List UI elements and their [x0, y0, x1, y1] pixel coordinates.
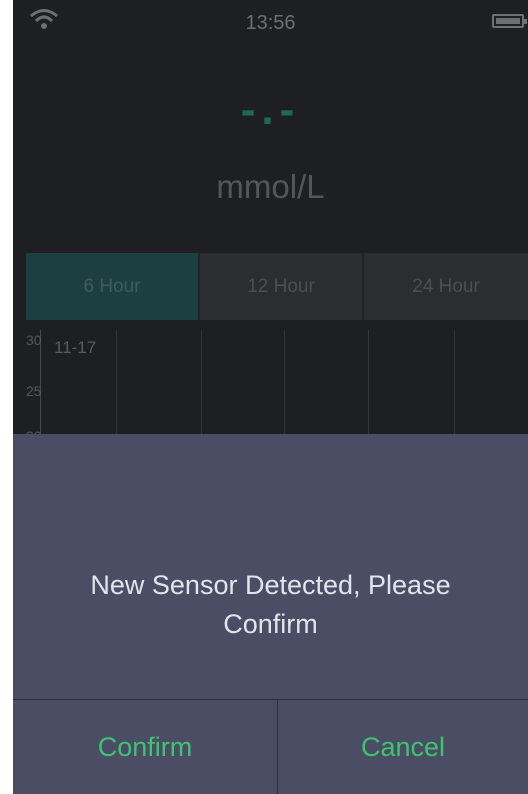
- tab-6-hour[interactable]: 6 Hour: [26, 253, 198, 320]
- glucose-reading: -.-: [240, 85, 301, 134]
- confirm-button[interactable]: Confirm: [13, 700, 277, 794]
- dialog-message: New Sensor Detected, Please Confirm: [90, 570, 451, 639]
- new-sensor-dialog: New Sensor Detected, Please Confirm Conf…: [13, 434, 528, 794]
- status-time: 13:56: [245, 12, 296, 34]
- glucose-chart: 30 25 20 11-17: [26, 320, 528, 450]
- chart-gridline: [116, 330, 117, 450]
- y-tick-label: 25: [26, 383, 42, 399]
- tab-24-hour[interactable]: 24 Hour: [362, 253, 528, 320]
- chart-date-label: 11-17: [54, 338, 97, 357]
- chart-gridline: [201, 330, 202, 450]
- chart-gridline: [454, 330, 455, 450]
- tab-12-hour[interactable]: 12 Hour: [198, 253, 362, 320]
- y-tick-label: 30: [26, 332, 42, 348]
- time-range-tabs: 6 Hour 12 Hour 24 Hour: [26, 253, 528, 320]
- chart-gridline: [368, 330, 369, 450]
- status-bar: 13:56: [13, 0, 528, 48]
- app-screen: 13:56 -.- mmol/L 6 Hour 12 Hour 24 Hour …: [13, 0, 528, 794]
- cancel-button[interactable]: Cancel: [278, 700, 528, 794]
- chart-gridline: [284, 330, 285, 450]
- glucose-unit: mmol/L: [216, 168, 325, 205]
- battery-icon: [492, 14, 527, 28]
